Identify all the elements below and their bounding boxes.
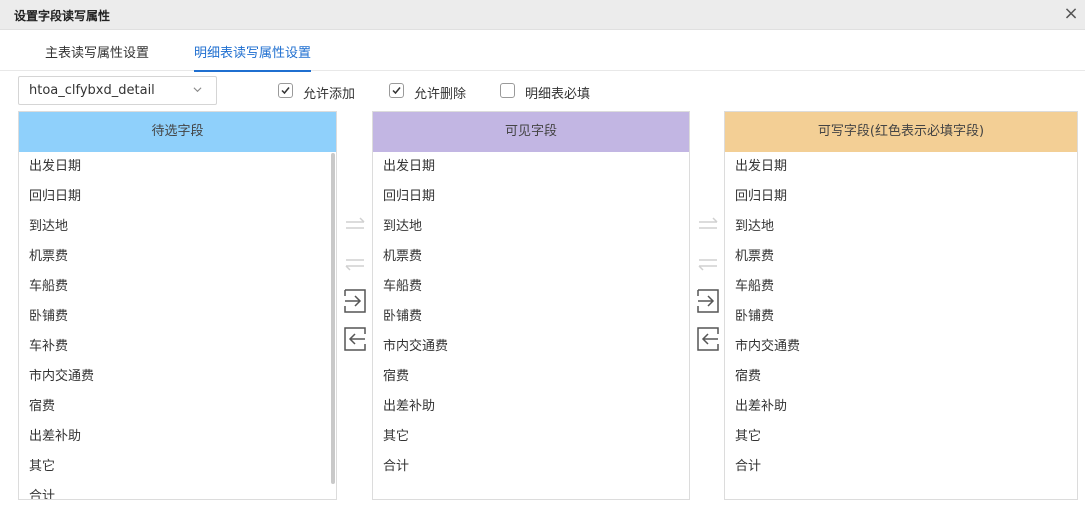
list-item[interactable]: 出发日期 (383, 152, 435, 182)
allow-add-checkbox[interactable]: 允许添加 (278, 83, 368, 102)
list-item[interactable]: 其它 (383, 422, 409, 452)
list-item[interactable]: 出差补助 (735, 392, 787, 422)
list-item[interactable]: 到达地 (29, 212, 68, 242)
list-item[interactable]: 到达地 (383, 212, 422, 242)
detail-table-select-value: htoa_clfybxd_detail (29, 83, 155, 98)
list-item[interactable]: 到达地 (735, 212, 774, 242)
allow-delete-checkbox[interactable]: 允许删除 (389, 83, 479, 102)
list-item[interactable]: 机票费 (29, 242, 68, 272)
move-all-left-icon[interactable] (694, 325, 722, 353)
tab-main-table[interactable]: 主表读写属性设置 (45, 42, 149, 71)
list-item[interactable]: 机票费 (383, 242, 422, 272)
candidate-fields-header: 待选字段 (19, 112, 336, 152)
list-item[interactable]: 出发日期 (735, 152, 787, 182)
scrollbar[interactable] (331, 153, 335, 484)
allow-add-label: 允许添加 (303, 87, 356, 102)
list-item[interactable]: 出差补助 (29, 422, 81, 452)
list-item[interactable]: 合计 (29, 482, 55, 499)
detail-table-select[interactable]: htoa_clfybxd_detail (18, 76, 217, 105)
list-item[interactable]: 回归日期 (735, 182, 787, 212)
list-item[interactable]: 市内交通费 (735, 332, 800, 362)
list-item[interactable]: 市内交通费 (29, 362, 94, 392)
move-all-right-icon[interactable] (341, 287, 369, 315)
move-left-disabled-icon[interactable] (341, 249, 369, 277)
list-item[interactable]: 宿费 (735, 362, 761, 392)
list-item[interactable]: 车补费 (29, 332, 68, 362)
tab-bar: 主表读写属性设置 明细表读写属性设置 (0, 30, 1085, 72)
dialog-title: 设置字段读写属性 (14, 9, 111, 23)
detail-required-label: 明细表必填 (525, 87, 591, 102)
writable-fields-header: 可写字段(红色表示必填字段) (725, 112, 1077, 152)
list-item[interactable]: 卧铺费 (383, 302, 422, 332)
list-item[interactable]: 其它 (735, 422, 761, 452)
allow-delete-label: 允许删除 (414, 87, 467, 102)
visible-fields-header: 可见字段 (373, 112, 689, 152)
list-item[interactable]: 出发日期 (29, 152, 81, 182)
list-item[interactable]: 车船费 (29, 272, 68, 302)
list-item[interactable]: 回归日期 (29, 182, 81, 212)
visible-fields-list: 出发日期 回归日期 到达地 机票费 车船费 卧铺费 市内交通费 宿费 出差补助 … (373, 152, 689, 499)
writable-fields-panel: 可写字段(红色表示必填字段) 出发日期 回归日期 到达地 机票费 车船费 卧铺费… (724, 111, 1078, 500)
move-right-disabled-icon[interactable] (694, 211, 722, 239)
list-item[interactable]: 回归日期 (383, 182, 435, 212)
detail-required-checkbox[interactable]: 明细表必填 (500, 83, 610, 102)
list-item[interactable]: 卧铺费 (29, 302, 68, 332)
close-icon[interactable]: × (1061, 3, 1081, 25)
move-all-left-icon[interactable] (341, 325, 369, 353)
candidate-fields-list: 出发日期 回归日期 到达地 机票费 车船费 卧铺费 车补费 市内交通费 宿费 出… (19, 152, 336, 499)
candidate-fields-panel: 待选字段 出发日期 回归日期 到达地 机票费 车船费 卧铺费 车补费 市内交通费… (18, 111, 337, 500)
checkbox-unchecked-icon (500, 83, 515, 98)
list-item[interactable]: 出差补助 (383, 392, 435, 422)
visible-fields-panel: 可见字段 出发日期 回归日期 到达地 机票费 车船费 卧铺费 市内交通费 宿费 … (372, 111, 690, 500)
chevron-down-icon (193, 87, 202, 93)
list-item[interactable]: 合计 (383, 452, 409, 482)
list-item[interactable]: 合计 (735, 452, 761, 482)
tab-detail-table[interactable]: 明细表读写属性设置 (194, 42, 312, 72)
list-item[interactable]: 宿费 (29, 392, 55, 422)
list-item[interactable]: 其它 (29, 452, 55, 482)
checkbox-checked-icon (389, 83, 404, 98)
move-all-right-icon[interactable] (694, 287, 722, 315)
writable-fields-list: 出发日期 回归日期 到达地 机票费 车船费 卧铺费 市内交通费 宿费 出差补助 … (725, 152, 1077, 499)
list-item[interactable]: 车船费 (383, 272, 422, 302)
list-item[interactable]: 卧铺费 (735, 302, 774, 332)
list-item[interactable]: 市内交通费 (383, 332, 448, 362)
list-item[interactable]: 宿费 (383, 362, 409, 392)
transfer-controls-left (337, 151, 373, 500)
move-right-disabled-icon[interactable] (341, 211, 369, 239)
checkbox-checked-icon (278, 83, 293, 98)
dialog-titlebar: 设置字段读写属性 × (0, 0, 1085, 30)
transfer-controls-right (690, 151, 726, 500)
list-item[interactable]: 车船费 (735, 272, 774, 302)
list-item[interactable]: 机票费 (735, 242, 774, 272)
move-left-disabled-icon[interactable] (694, 249, 722, 277)
